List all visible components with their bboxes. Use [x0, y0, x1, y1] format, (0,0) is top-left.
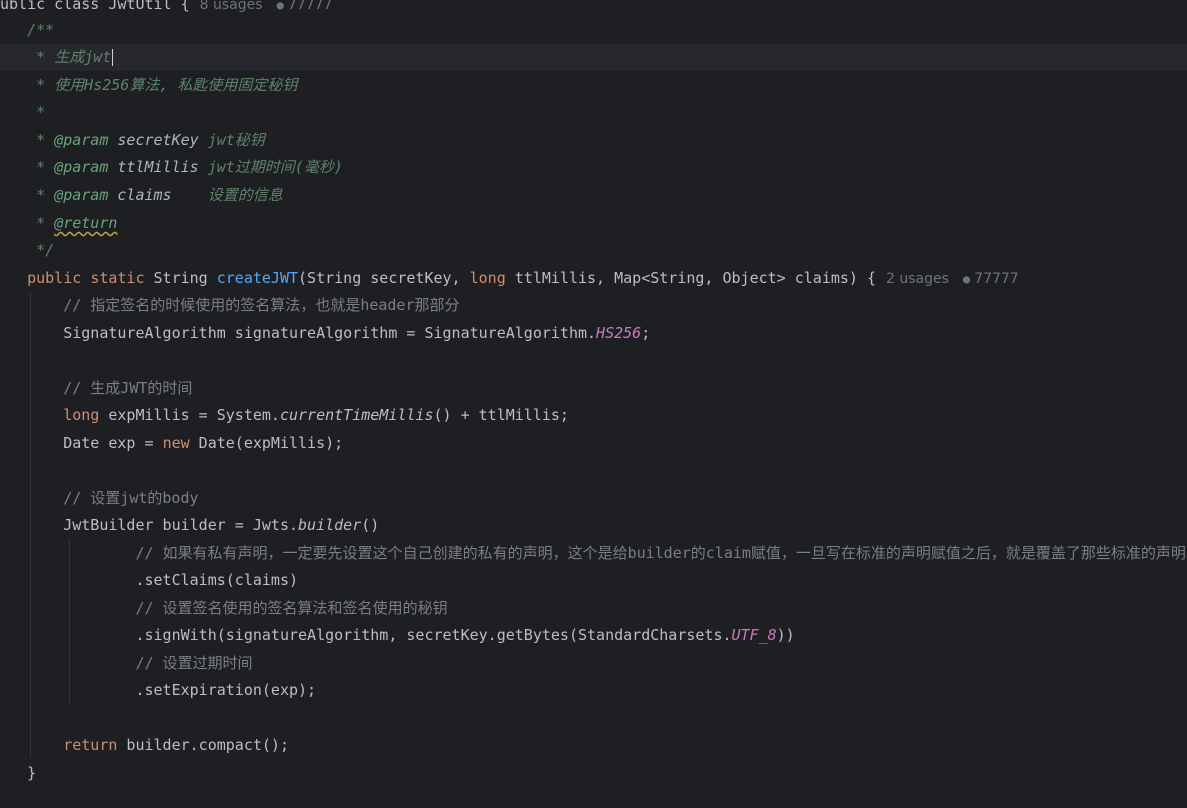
code-line: Date exp = new Date(expMillis);	[63, 434, 344, 452]
user-icon: ●	[962, 272, 971, 286]
author-hint[interactable]: 77777	[974, 271, 1019, 287]
return-tag-warning[interactable]: @return	[54, 214, 117, 232]
code-line: * 使用Hs256算法, 私匙使用固定秘钥	[27, 76, 298, 94]
code-line: .setExpiration(exp);	[135, 681, 317, 699]
code-line: // 生成JWT的时间	[63, 379, 193, 397]
usages-hint[interactable]: 8 usages	[200, 0, 263, 13]
code-line: */	[27, 241, 55, 259]
code-line: /**	[27, 21, 55, 39]
code-line: return builder.compact();	[63, 736, 289, 754]
method-signature: public static String createJWT(String se…	[27, 269, 1019, 287]
code-line: // 设置过期时间	[135, 654, 253, 672]
code-line: SignatureAlgorithm signatureAlgorithm = …	[63, 324, 651, 342]
code-line: .signWith(signatureAlgorithm, secretKey.…	[135, 626, 795, 644]
code-line: // 指定签名的时候使用的签名算法，也就是header那部分	[63, 296, 460, 314]
code-line: * @param secretKey jwt秘钥	[0, 131, 265, 149]
usages-hint[interactable]: 2 usages	[886, 271, 949, 287]
code-line: // 如果有私有声明，一定要先设置这个自己创建的私有的声明，这个是给builde…	[135, 544, 1187, 562]
code-line: * @return	[0, 214, 118, 232]
code-line: JwtBuilder builder = Jwts.builder()	[63, 516, 380, 534]
code-line: *	[27, 103, 46, 121]
user-icon: ●	[276, 0, 284, 12]
code-line: long expMillis = System.currentTimeMilli…	[63, 406, 569, 424]
code-line: // 设置签名使用的签名算法和签名使用的秘钥	[135, 599, 448, 617]
code-line-current[interactable]: * 生成jwt	[0, 44, 1187, 71]
method-name[interactable]: createJWT	[217, 269, 298, 287]
code-editor[interactable]: ublic class JwtUtil {8 usages ● 77777 /** …	[0, 0, 1187, 808]
code-line: * @param ttlMillis jwt过期时间(毫秒)	[0, 158, 343, 176]
text-caret	[112, 49, 114, 66]
code-line: // 设置jwt的body	[63, 489, 199, 507]
code-line: * @param claims 设置的信息	[0, 186, 283, 204]
code-line: ublic class JwtUtil {8 usages ● 77777	[0, 0, 1187, 18]
author-hint[interactable]: 77777	[288, 0, 333, 13]
code-line: }	[27, 764, 37, 782]
code-line: .setClaims(claims)	[135, 571, 299, 589]
